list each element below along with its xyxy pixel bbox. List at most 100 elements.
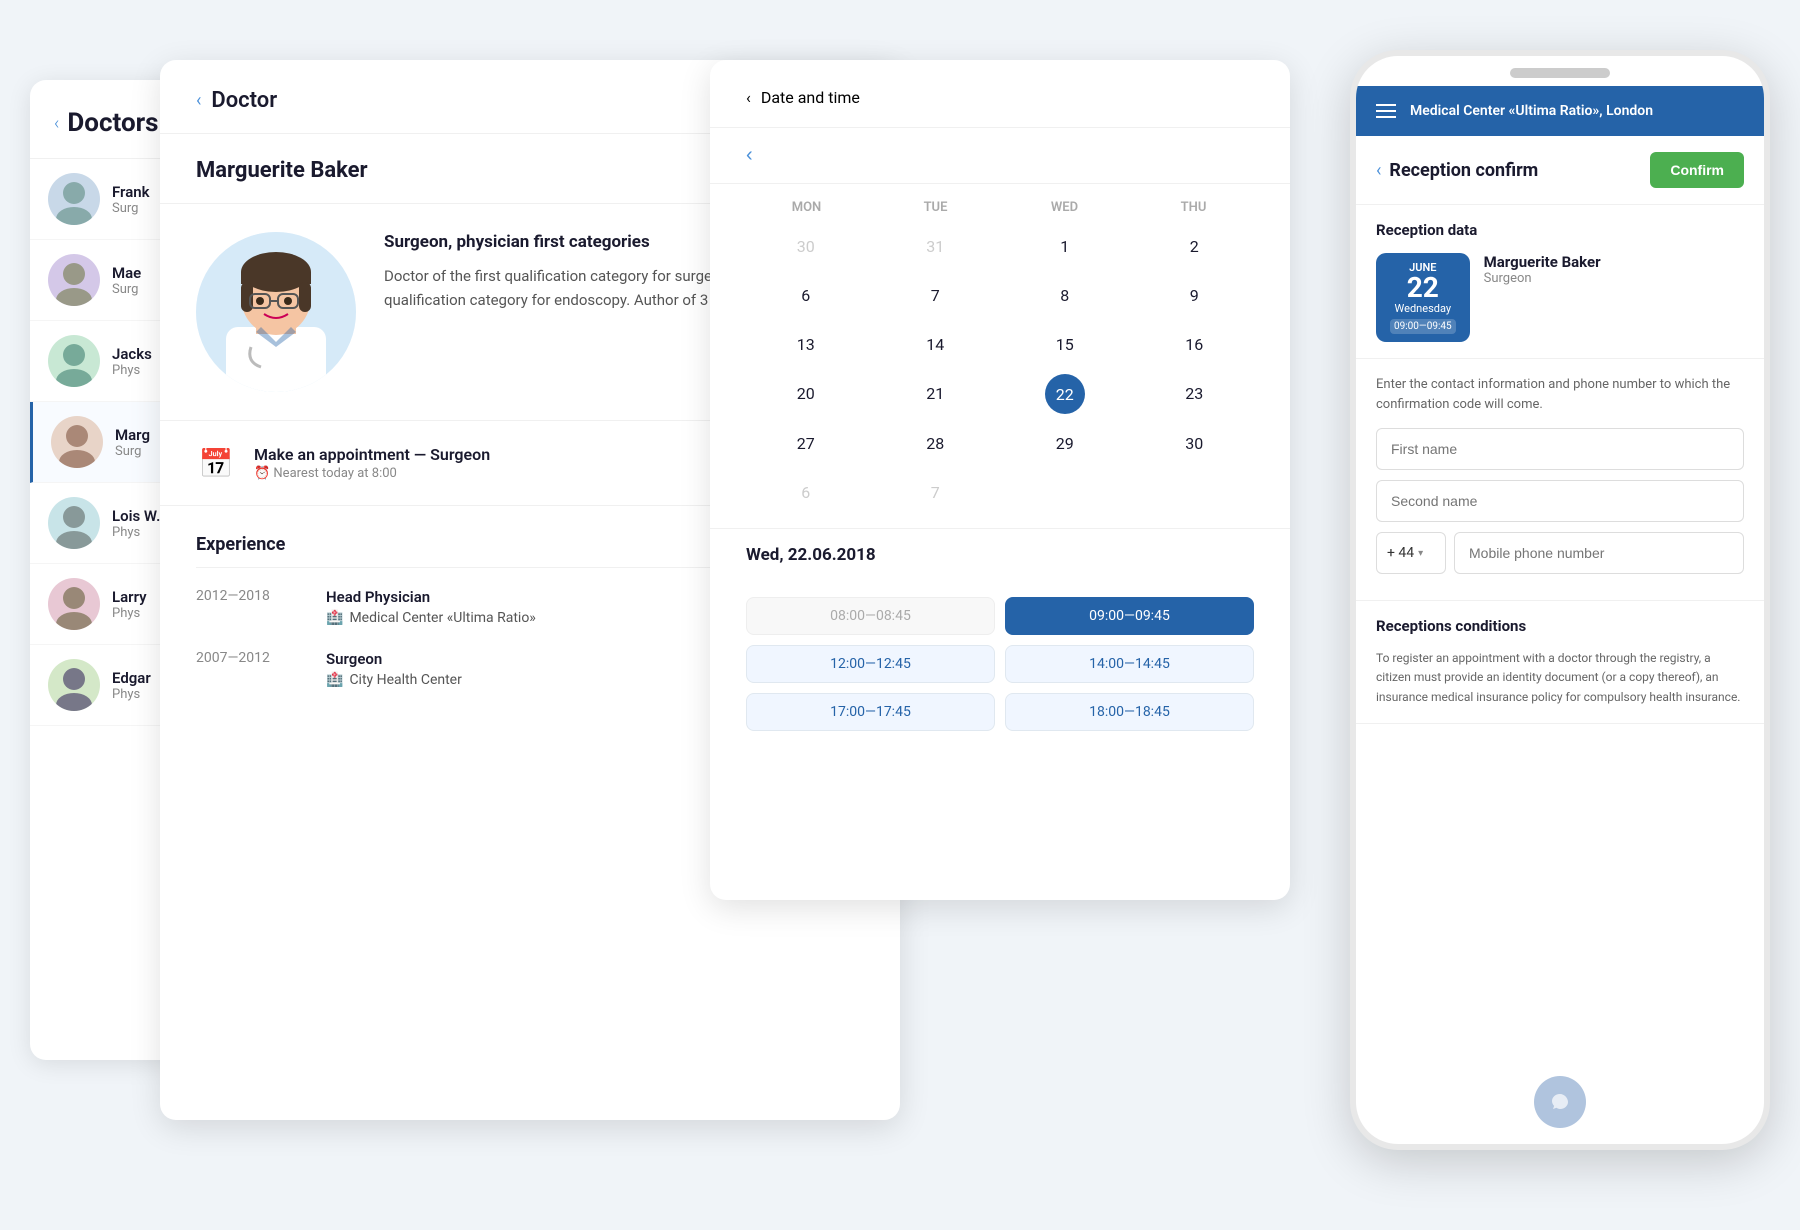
phone-code-selector[interactable]: + 44 ▾ [1376, 532, 1446, 574]
reception-data-label: Reception data [1376, 221, 1744, 239]
reception-card: JUNE 22 Wednesday 09:00—09:45 Marguerite… [1376, 253, 1744, 342]
day-label-mon: MON [746, 200, 867, 215]
avatar-lois [48, 497, 100, 549]
calendar-title: Date and time [761, 88, 860, 107]
avatar-edgar [48, 659, 100, 711]
appointment-main: Make an appointment — Surgeon [254, 445, 490, 464]
date-badge-time: 09:00—09:45 [1390, 319, 1456, 334]
cal-date-30b[interactable]: 30 [1135, 424, 1255, 463]
doctor-info-lois: Lois W. Phys [112, 507, 160, 540]
appointment-sub: ⏰ Nearest today at 8:00 [254, 466, 490, 481]
doctor-panel-title: Doctor [211, 88, 277, 113]
cal-date-16[interactable]: 16 [1135, 325, 1255, 364]
doctor-photo [196, 232, 356, 392]
exp-place-2: 🏥 City Health Center [326, 672, 462, 688]
calendar-nav: ‹ [710, 128, 1290, 184]
cal-date-2[interactable]: 2 [1135, 227, 1255, 266]
cal-date-30[interactable]: 30 [746, 227, 866, 266]
cal-date-20[interactable]: 20 [746, 374, 866, 414]
phone-input[interactable] [1454, 532, 1744, 574]
mobile-section-title: Reception confirm [1389, 160, 1538, 181]
confirm-button[interactable]: Confirm [1650, 152, 1744, 188]
cal-date-7b[interactable]: 7 [876, 473, 996, 512]
mobile-top-bar: ‹ Reception confirm Confirm [1356, 136, 1764, 205]
cal-date-9[interactable]: 9 [1135, 276, 1255, 315]
date-badge-day: 22 [1390, 274, 1456, 302]
avatar-frank [48, 173, 100, 225]
chat-icon [1550, 1092, 1570, 1112]
doctor-info-larry: Larry Phys [112, 588, 147, 621]
doctors-back-chevron[interactable]: ‹ [54, 113, 59, 134]
contact-section: Enter the contact information and phone … [1356, 359, 1764, 601]
cal-date-8[interactable]: 8 [1005, 276, 1125, 315]
reception-doctor-specialty: Surgeon [1484, 271, 1601, 286]
cal-date-empty1 [1005, 473, 1125, 512]
reception-doctor-name: Marguerite Baker [1484, 253, 1601, 271]
hamburger-menu-icon[interactable] [1376, 104, 1396, 118]
cal-date-1[interactable]: 1 [1005, 227, 1125, 266]
doctor-info-edgar: Edgar Phys [112, 669, 151, 702]
time-slot-1400[interactable]: 14:00—14:45 [1005, 645, 1254, 683]
conditions-text: To register an appointment with a doctor… [1376, 649, 1744, 707]
time-slot-0900[interactable]: 09:00—09:45 [1005, 597, 1254, 635]
mobile-header: Medical Center «Ultima Ratio», London [1356, 86, 1764, 136]
mobile-panel: Medical Center «Ultima Ratio», London ‹ … [1350, 50, 1770, 1150]
exp-place-1: 🏥 Medical Center «Ultima Ratio» [326, 610, 536, 626]
cal-date-23[interactable]: 23 [1135, 374, 1255, 414]
appointment-calendar-icon: 📅 [196, 443, 236, 483]
doctor-back-chevron[interactable]: ‹ [196, 90, 201, 111]
cal-date-28[interactable]: 28 [876, 424, 996, 463]
avatar-mae [48, 254, 100, 306]
cal-date-6a[interactable]: 6 [746, 276, 866, 315]
cal-date-31[interactable]: 31 [876, 227, 996, 266]
cal-date-14[interactable]: 14 [876, 325, 996, 364]
avatar-larry [48, 578, 100, 630]
reception-data-section: Reception data JUNE 22 Wednesday 09:00—0… [1356, 205, 1764, 359]
cal-date-22-selected[interactable]: 22 [1045, 374, 1085, 414]
doctors-title: Doctors [67, 108, 158, 138]
time-slot-1200[interactable]: 12:00—12:45 [746, 645, 995, 683]
avatar-jacks [48, 335, 100, 387]
date-badge-weekday: Wednesday [1390, 302, 1456, 315]
mobile-bottom-button[interactable] [1534, 1076, 1586, 1128]
doctor-info-mae: Mae Surg [112, 264, 141, 297]
calendar-header: ‹ Date and time [710, 60, 1290, 128]
cal-date-29[interactable]: 29 [1005, 424, 1125, 463]
day-label-wed: WED [1004, 200, 1125, 215]
cal-date-27[interactable]: 27 [746, 424, 866, 463]
mobile-header-title: Medical Center «Ultima Ratio», London [1410, 102, 1653, 120]
calendar-back-chevron[interactable]: ‹ [746, 88, 751, 107]
exp-years-1: 2012—2018 [196, 588, 286, 626]
contact-hint: Enter the contact information and phone … [1376, 375, 1744, 414]
cal-date-21[interactable]: 21 [876, 374, 996, 414]
phone-row: + 44 ▾ [1376, 532, 1744, 574]
doctor-info-jacks: Jacks Phys [112, 345, 152, 378]
cal-date-7a[interactable]: 7 [876, 276, 996, 315]
date-badge: JUNE 22 Wednesday 09:00—09:45 [1376, 253, 1470, 342]
calendar-panel: ‹ Date and time ‹ MON TUE WED THU 30 31 … [710, 60, 1290, 900]
cal-date-empty2 [1135, 473, 1255, 512]
doctor-info-frank: Frank Surg [112, 183, 150, 216]
time-slot-0800[interactable]: 08:00—08:45 [746, 597, 995, 635]
exp-role-1: Head Physician [326, 588, 536, 606]
day-label-tue: TUE [875, 200, 996, 215]
exp-years-2: 2007—2012 [196, 650, 286, 688]
time-slot-1700[interactable]: 17:00—17:45 [746, 693, 995, 731]
time-slots-grid: 08:00—08:45 09:00—09:45 12:00—12:45 14:0… [710, 581, 1290, 747]
cal-date-6b[interactable]: 6 [746, 473, 866, 512]
calendar-grid: MON TUE WED THU 30 31 1 2 6 7 8 9 13 14 … [710, 184, 1290, 528]
cal-date-15[interactable]: 15 [1005, 325, 1125, 364]
second-name-input[interactable] [1376, 480, 1744, 522]
conditions-section: Receptions conditions To register an app… [1356, 601, 1764, 724]
mobile-notch [1510, 68, 1610, 78]
first-name-input[interactable] [1376, 428, 1744, 470]
reception-doctor-info: Marguerite Baker Surgeon [1484, 253, 1601, 286]
calendar-prev-button[interactable]: ‹ [746, 144, 753, 167]
time-slot-1800[interactable]: 18:00—18:45 [1005, 693, 1254, 731]
mobile-back-chevron[interactable]: ‹ [1376, 160, 1381, 181]
cal-date-13[interactable]: 13 [746, 325, 866, 364]
exp-role-2: Surgeon [326, 650, 462, 668]
avatar-marg [51, 416, 103, 468]
doctor-info-marg: Marg Surg [115, 426, 150, 459]
selected-date-label: Wed, 22.06.2018 [710, 528, 1290, 581]
